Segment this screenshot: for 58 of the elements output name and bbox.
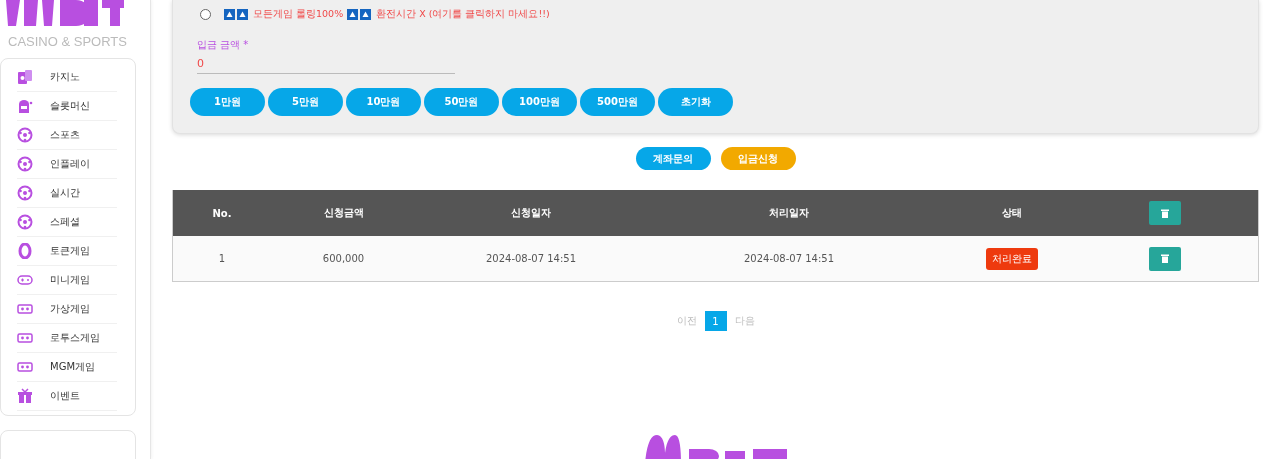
table-cell-text: 2024-08-07 14:51 (742, 253, 836, 264)
column-header: No. (211, 207, 233, 219)
column-header: 신청일자 (510, 206, 552, 220)
column-header: 처리일자 (768, 206, 810, 220)
action-button[interactable]: 입금신청 (720, 147, 796, 170)
slot-machine-icon (17, 98, 33, 114)
amount-button[interactable]: 500만원 (580, 88, 655, 116)
amount-field[interactable]: 0 (197, 55, 455, 74)
amount-button[interactable]: 5만원 (268, 88, 343, 116)
radio-button[interactable] (200, 8, 211, 20)
sidebar-item[interactable]: 로투스게임 (17, 324, 117, 353)
trash-icon (1161, 254, 1169, 263)
sidebar-item[interactable]: 토큰게임 (17, 237, 117, 266)
amount-button[interactable]: 1만원 (190, 88, 265, 116)
column-header: 신청금액 (322, 206, 365, 220)
sidebar-item[interactable]: 카지노 (17, 63, 117, 92)
soccer-ball-icon (17, 214, 33, 230)
field-label: 입금 금액 * (197, 38, 250, 52)
table-cell-text: 1 (217, 253, 227, 264)
action-button[interactable]: 계좌문의 (635, 147, 711, 170)
next-link[interactable]: 다음 (734, 314, 755, 328)
status-badge: 처리완료 (986, 247, 1038, 270)
column-header: 상태 (1001, 206, 1023, 220)
table-cell-text: 600,000 (321, 253, 366, 264)
sidebar-item[interactable]: MGM게임 (17, 353, 117, 382)
amount-button[interactable]: 100만원 (502, 88, 577, 116)
soccer-ball-icon (17, 185, 33, 201)
trash-icon (1161, 208, 1169, 218)
prev-link[interactable]: 이전 (676, 314, 697, 328)
amount-button[interactable]: 50만원 (424, 88, 499, 116)
sidebar-item[interactable]: 실시간 (17, 179, 117, 208)
option-text: 모든게임 롤링100% (253, 7, 344, 21)
up-arrow-icons-drawing (347, 8, 373, 20)
table-cell-text: 2024-08-07 14:51 (484, 253, 578, 264)
sidebar-item[interactable]: 스페셜 (17, 208, 117, 237)
sidebar-item[interactable]: 이벤트 (17, 382, 117, 411)
sidebar-item[interactable]: 슬롯머신 (17, 92, 117, 121)
ring-icon (17, 243, 33, 259)
sidebar-item[interactable]: 가상게임 (17, 295, 117, 324)
logo-tagline: CASINO & SPORTS (8, 34, 127, 49)
sidebar-item[interactable]: 스포츠 (17, 121, 117, 150)
up-arrow-icons-drawing (224, 8, 249, 20)
amount-button[interactable]: 초기화 (658, 88, 733, 116)
soccer-ball-icon (17, 156, 33, 172)
sidebar-item[interactable]: 미니게임 (17, 266, 117, 295)
gift-icon (17, 388, 33, 404)
soccer-ball-icon (17, 127, 33, 143)
delete-all-button[interactable] (1149, 201, 1181, 225)
vr-headset-icon (17, 330, 33, 346)
option-text: 환전시간 X (여기를 클릭하지 마세요!!) (376, 7, 550, 21)
vr-headset-icon (17, 359, 33, 375)
amount-button[interactable]: 10만원 (346, 88, 421, 116)
sidebar-item[interactable]: 인플레이 (17, 150, 117, 179)
page-button[interactable]: 1 (704, 311, 727, 331)
vr-headset-icon (17, 301, 33, 317)
cards-icon (17, 69, 33, 85)
gamepad-icon (17, 272, 33, 288)
delete-button[interactable] (1149, 246, 1181, 271)
